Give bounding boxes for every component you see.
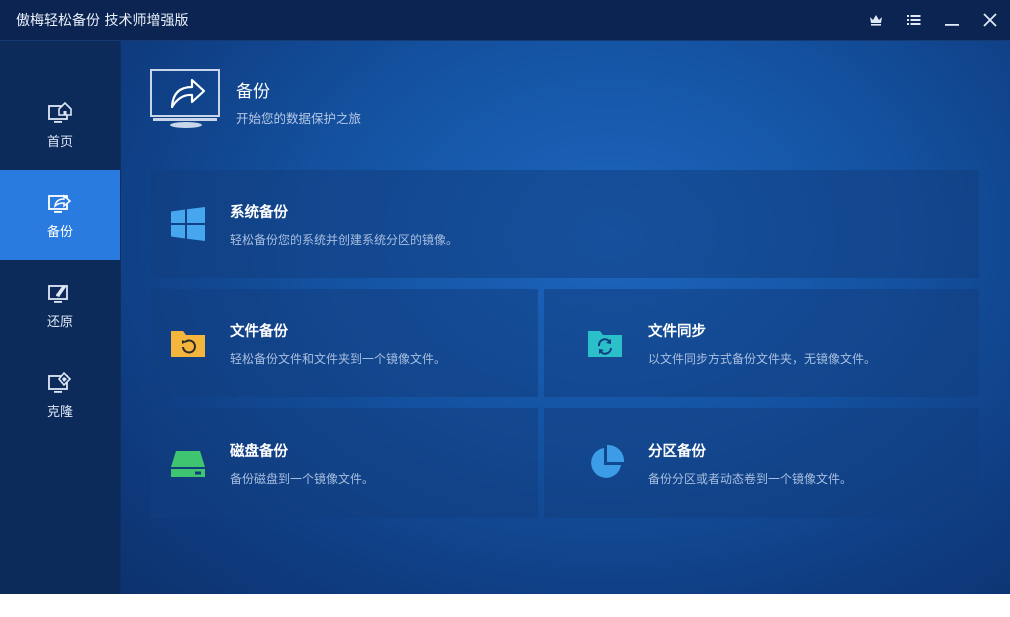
partition-backup-desc: 备份分区或者动态卷到一个镜像文件。 [648, 472, 853, 486]
title-bar: 傲梅轻松备份 技术师增强版 [0, 0, 1010, 41]
file-backup-title: 文件备份 [230, 324, 288, 340]
disk-backup-title: 磁盘备份 [230, 444, 288, 460]
app-window: 傲梅轻松备份 技术师增强版 首页 备份 还原 克隆 备份 开始您的数据保护之旅 … [0, 0, 1010, 594]
crown-icon[interactable] [864, 8, 888, 32]
sidebar-item-restore[interactable]: 还原 [0, 260, 120, 350]
backup-monitor-icon [48, 193, 72, 213]
partition-backup-title: 分区备份 [648, 444, 706, 460]
sidebar-item-home[interactable]: 首页 [0, 80, 120, 170]
sidebar-item-clone[interactable]: 克隆 [0, 350, 120, 440]
file-sync-desc: 以文件同步方式备份文件夹，无镜像文件。 [648, 352, 877, 366]
system-backup-title: 系统备份 [230, 205, 288, 221]
clone-monitor-icon [48, 371, 72, 393]
disk-backup-desc: 备份磁盘到一个镜像文件。 [230, 472, 375, 486]
main-panel: 备份 开始您的数据保护之旅 系统备份 轻松备份您的系统并创建系统分区的镜像。 文… [121, 41, 1010, 594]
restore-monitor-icon [48, 284, 68, 303]
system-backup-desc: 轻松备份您的系统并创建系统分区的镜像。 [230, 233, 459, 247]
disk-icon [171, 451, 205, 477]
file-sync-title: 文件同步 [648, 324, 706, 340]
pie-partition-icon [591, 445, 624, 478]
windows-logo-icon [171, 207, 205, 241]
sidebar: 首页 备份 还原 克隆 [0, 41, 120, 594]
close-icon[interactable] [978, 8, 1002, 32]
page-title: 备份 [236, 82, 270, 102]
minimize-icon[interactable] [940, 8, 964, 32]
file-sync-card[interactable]: 文件同步 以文件同步方式备份文件夹，无镜像文件。 [544, 289, 979, 397]
file-backup-desc: 轻松备份文件和文件夹到一个镜像文件。 [230, 352, 447, 366]
folder-backup-icon [171, 331, 205, 357]
sidebar-item-label: 还原 [46, 314, 73, 330]
sidebar-item-label: 备份 [46, 224, 73, 240]
backup-hero-icon [150, 69, 220, 128]
home-monitor-icon [48, 101, 72, 123]
sidebar-item-label: 克隆 [46, 404, 73, 420]
menu-list-icon[interactable] [902, 8, 926, 32]
system-backup-card[interactable]: 系统备份 轻松备份您的系统并创建系统分区的镜像。 [151, 170, 979, 278]
window-title: 傲梅轻松备份 技术师增强版 [16, 13, 189, 29]
folder-sync-icon [588, 331, 622, 357]
sidebar-item-backup[interactable]: 备份 [0, 170, 120, 260]
disk-backup-card[interactable]: 磁盘备份 备份磁盘到一个镜像文件。 [151, 408, 538, 518]
page-subtitle: 开始您的数据保护之旅 [236, 111, 362, 126]
file-backup-card[interactable]: 文件备份 轻松备份文件和文件夹到一个镜像文件。 [151, 289, 538, 397]
sidebar-item-label: 首页 [46, 134, 73, 150]
partition-backup-card[interactable]: 分区备份 备份分区或者动态卷到一个镜像文件。 [544, 408, 979, 518]
